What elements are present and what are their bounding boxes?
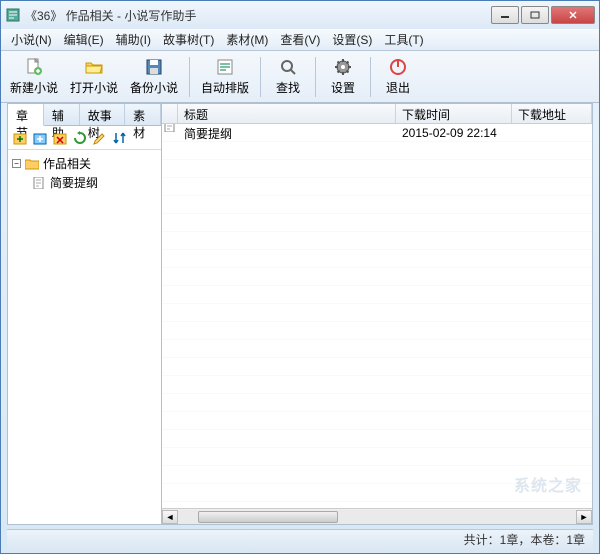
titlebar: 《36》 作品相关 - 小说写作助手 [1, 1, 599, 29]
tree-sort-button[interactable] [112, 130, 128, 146]
toolbar-label: 备份小说 [130, 79, 178, 96]
scroll-thumb[interactable] [198, 511, 338, 523]
menu-assist[interactable]: 辅助(I) [110, 29, 157, 50]
tree-toolbar [8, 126, 161, 150]
tree-view[interactable]: − 作品相关 简要提纲 [8, 150, 161, 524]
tree-label: 简要提纲 [50, 174, 98, 191]
scroll-track[interactable] [178, 510, 576, 524]
exit-icon [388, 57, 408, 77]
statusbar: 共计：1章，本卷：1章 [7, 529, 593, 549]
list-body[interactable]: 简要提纲 2015-02-09 22:14 [162, 124, 592, 508]
list-row[interactable]: 简要提纲 2015-02-09 22:14 [162, 124, 592, 142]
left-panel: 章节 辅助 故事树 素材 − 作品相关 [8, 104, 162, 524]
row-time: 2015-02-09 22:14 [396, 126, 512, 140]
tree-collapse-icon[interactable]: − [12, 159, 21, 168]
toolbar-separator [315, 57, 316, 97]
main-area: 章节 辅助 故事树 素材 − 作品相关 [7, 103, 593, 525]
search-icon [278, 57, 298, 77]
layout-button[interactable]: 自动排版 [196, 54, 254, 99]
tab-assist[interactable]: 辅助 [44, 104, 80, 125]
menu-material[interactable]: 素材(M) [220, 29, 274, 50]
tab-chapter[interactable]: 章节 [8, 104, 44, 126]
menu-view[interactable]: 查看(V) [274, 29, 326, 50]
minimize-button[interactable] [491, 6, 519, 24]
document-icon [163, 124, 177, 132]
folder-open-icon [25, 158, 39, 170]
row-icon-cell [162, 124, 178, 146]
toolbar-separator [370, 57, 371, 97]
toolbar: 新建小说 打开小说 备份小说 自动排版 查找 设置 退出 [1, 51, 599, 103]
left-tabs: 章节 辅助 故事树 素材 [8, 104, 161, 126]
toolbar-label: 新建小说 [10, 79, 58, 96]
tree-refresh-button[interactable] [72, 130, 88, 146]
menubar: 小说(N) 编辑(E) 辅助(I) 故事树(T) 素材(M) 查看(V) 设置(… [1, 29, 599, 51]
toolbar-separator [260, 57, 261, 97]
scroll-right-button[interactable]: ► [576, 510, 592, 524]
col-download-time[interactable]: 下载时间 [396, 104, 512, 123]
tree-edit-button[interactable] [92, 130, 108, 146]
list-header: 标题 下载时间 下载地址 [162, 104, 592, 124]
backup-novel-button[interactable]: 备份小说 [125, 54, 183, 99]
tree-root-item[interactable]: − 作品相关 [12, 154, 157, 173]
menu-novel[interactable]: 小说(N) [5, 29, 58, 50]
tab-material[interactable]: 素材 [125, 104, 161, 125]
menu-storytree[interactable]: 故事树(T) [157, 29, 220, 50]
toolbar-label: 设置 [331, 79, 355, 96]
toolbar-label: 自动排版 [201, 79, 249, 96]
maximize-button[interactable] [521, 6, 549, 24]
tree-add2-button[interactable] [32, 130, 48, 146]
tab-storytree[interactable]: 故事树 [80, 104, 125, 125]
toolbar-label: 查找 [276, 79, 300, 96]
col-title[interactable]: 标题 [178, 104, 396, 123]
app-icon [5, 7, 21, 23]
tree-add-button[interactable] [12, 130, 28, 146]
new-file-icon [24, 57, 44, 77]
document-icon [32, 177, 46, 189]
toolbar-label: 打开小说 [70, 79, 118, 96]
menu-tools[interactable]: 工具(T) [378, 29, 429, 50]
open-novel-button[interactable]: 打开小说 [65, 54, 123, 99]
window-controls [491, 6, 595, 24]
tree-delete-button[interactable] [52, 130, 68, 146]
scroll-left-button[interactable]: ◄ [162, 510, 178, 524]
gear-icon [333, 57, 353, 77]
status-text: 共计：1章，本卷：1章 [464, 531, 585, 548]
menu-edit[interactable]: 编辑(E) [58, 29, 110, 50]
exit-button[interactable]: 退出 [377, 54, 419, 99]
col-icon[interactable] [162, 104, 178, 123]
toolbar-label: 退出 [386, 79, 410, 96]
tree-child-item[interactable]: 简要提纲 [32, 173, 157, 192]
col-download-url[interactable]: 下载地址 [512, 104, 592, 123]
open-folder-icon [84, 57, 104, 77]
horizontal-scrollbar[interactable]: ◄ ► [162, 508, 592, 524]
toolbar-separator [189, 57, 190, 97]
find-button[interactable]: 查找 [267, 54, 309, 99]
right-panel: 标题 下载时间 下载地址 简要提纲 2015-02-09 22:14 ◄ [162, 104, 592, 524]
tree-label: 作品相关 [43, 155, 91, 172]
layout-icon [215, 57, 235, 77]
app-window: 《36》 作品相关 - 小说写作助手 小说(N) 编辑(E) 辅助(I) 故事树… [0, 0, 600, 554]
window-title: 《36》 作品相关 - 小说写作助手 [25, 7, 491, 24]
row-title: 简要提纲 [178, 125, 396, 142]
new-novel-button[interactable]: 新建小说 [5, 54, 63, 99]
close-button[interactable] [551, 6, 595, 24]
settings-button[interactable]: 设置 [322, 54, 364, 99]
menu-settings[interactable]: 设置(S) [326, 29, 378, 50]
save-icon [144, 57, 164, 77]
